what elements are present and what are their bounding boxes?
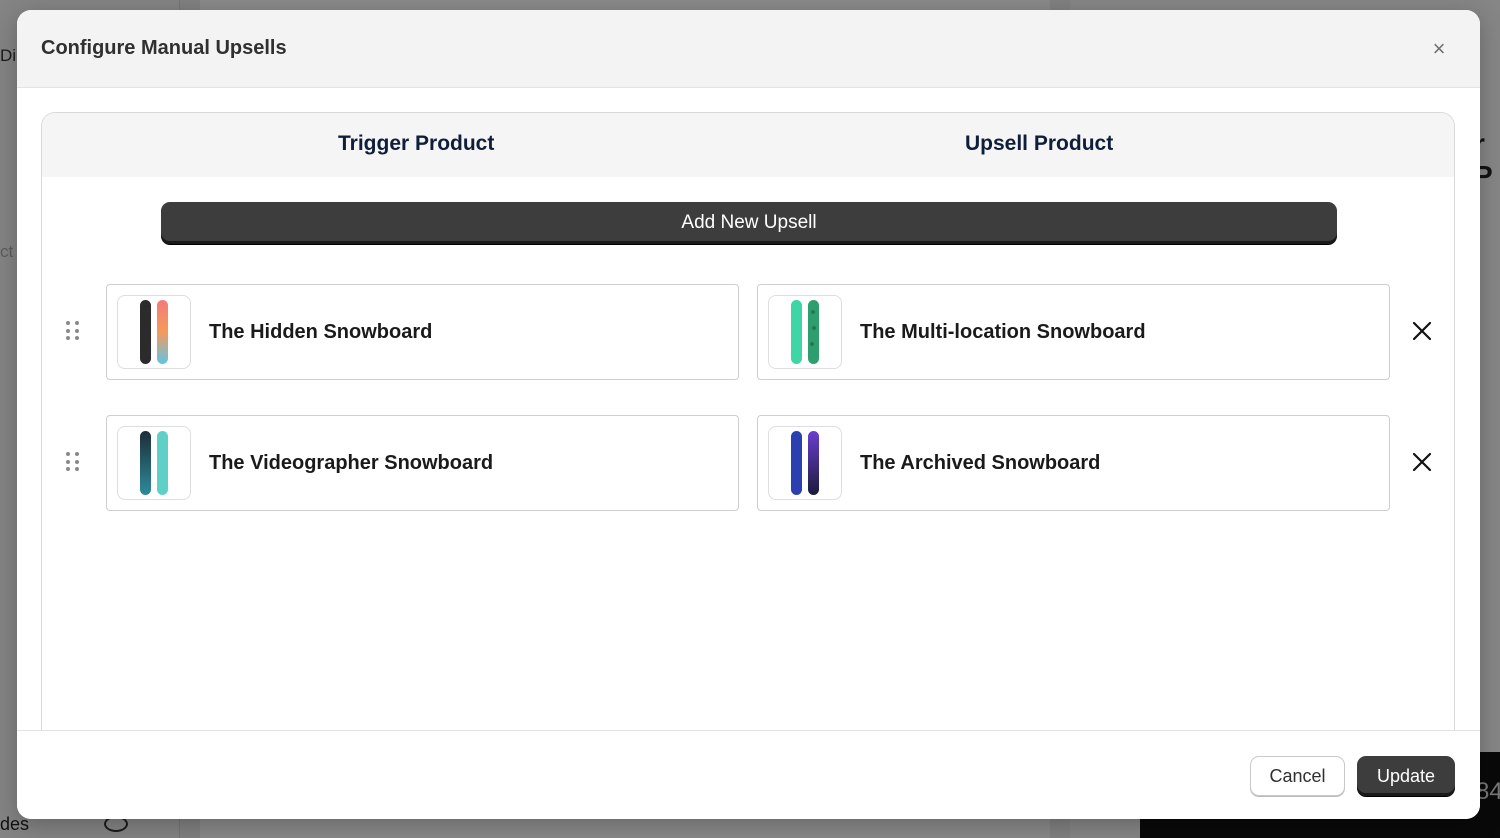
product-name: The Videographer Snowboard (209, 451, 494, 474)
cancel-button[interactable]: Cancel (1250, 756, 1345, 796)
remove-row-close-icon[interactable] (1410, 319, 1434, 343)
modal-header: Configure Manual Upsells × (17, 10, 1480, 88)
product-thumbnail (117, 295, 191, 369)
table-header: Trigger Product Upsell Product (42, 113, 1454, 177)
modal-title: Configure Manual Upsells (41, 37, 287, 59)
upsell-table: Trigger Product Upsell Product Add New U… (41, 112, 1455, 752)
upsell-row: The Hidden Snowboard The Multi-location … (42, 284, 1454, 380)
product-thumbnail (768, 426, 842, 500)
snowboard-icon (791, 431, 819, 495)
drag-handle-icon[interactable] (66, 452, 80, 472)
trigger-product-selector[interactable]: The Hidden Snowboard (106, 284, 739, 380)
drag-handle-icon[interactable] (66, 321, 80, 341)
upsell-product-selector[interactable]: The Archived Snowboard (757, 415, 1390, 511)
upsell-product-selector[interactable]: The Multi-location Snowboard (757, 284, 1390, 380)
remove-row-close-icon[interactable] (1410, 450, 1434, 474)
column-title-upsell: Upsell Product (965, 132, 1114, 155)
snowboard-icon (140, 431, 168, 495)
product-name: The Hidden Snowboard (209, 320, 433, 343)
modal-body: Trigger Product Upsell Product Add New U… (17, 89, 1480, 752)
close-icon[interactable]: × (1428, 38, 1450, 60)
product-thumbnail (768, 295, 842, 369)
upsell-row: The Videographer Snowboard The Archived … (42, 415, 1454, 511)
column-title-trigger: Trigger Product (338, 132, 495, 155)
modal-footer: Cancel Update (17, 730, 1480, 819)
product-name: The Archived Snowboard (860, 451, 1101, 474)
product-thumbnail (117, 426, 191, 500)
snowboard-icon (791, 300, 819, 364)
snowboard-icon (140, 300, 168, 364)
product-name: The Multi-location Snowboard (860, 320, 1146, 343)
add-new-upsell-button[interactable]: Add New Upsell (161, 202, 1337, 244)
update-button[interactable]: Update (1357, 756, 1455, 796)
configure-upsells-modal: Configure Manual Upsells × Trigger Produ… (17, 10, 1480, 819)
trigger-product-selector[interactable]: The Videographer Snowboard (106, 415, 739, 511)
